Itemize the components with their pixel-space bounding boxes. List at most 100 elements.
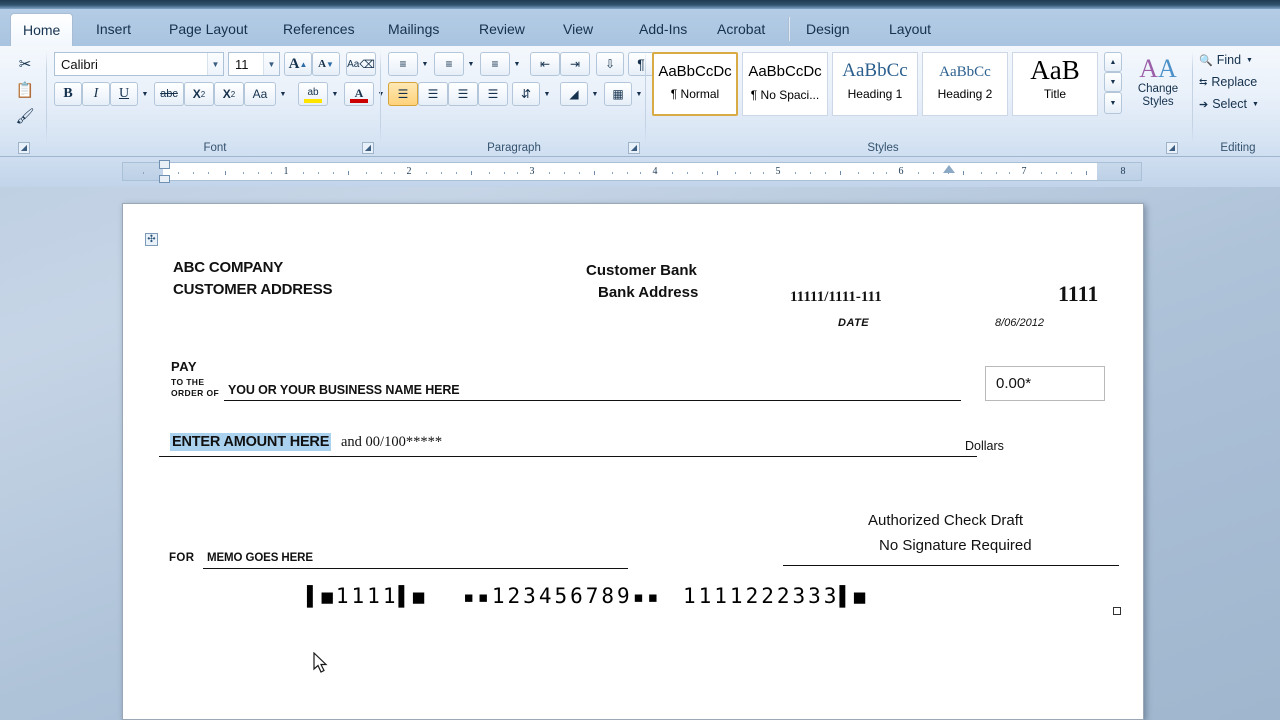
select-button[interactable]: ➔ Select ▼ <box>1196 94 1280 114</box>
multilevel-list-button[interactable]: ≡ <box>480 52 510 76</box>
bold-label: B <box>63 86 73 101</box>
borders-dropdown-icon[interactable]: ▼ <box>632 82 646 106</box>
numbering-dropdown-icon[interactable]: ▼ <box>464 52 478 76</box>
chevron-down-icon[interactable]: ▼ <box>263 53 279 75</box>
first-line-indent-marker[interactable] <box>159 160 170 169</box>
micr-onus-symbol-icon: ▪▪ <box>463 586 492 608</box>
style-item-normal[interactable]: AaBbCcDc ¶ Normal <box>652 52 738 116</box>
text-highlight-button[interactable]: ab <box>298 82 328 106</box>
font-dialog-launcher[interactable]: ◢ <box>362 142 374 154</box>
tab-layout-label: Layout <box>889 21 932 37</box>
tab-acrobat[interactable]: Acrobat <box>705 13 777 46</box>
select-label: Select <box>1212 97 1247 111</box>
tab-page-layout[interactable]: Page Layout <box>157 13 260 46</box>
italic-button[interactable]: I <box>82 82 110 106</box>
memo-line <box>203 568 628 569</box>
tab-layout[interactable]: Layout <box>877 13 943 46</box>
bullets-button[interactable]: ≡ <box>388 52 418 76</box>
style-name-normal: ¶ Normal <box>670 87 720 101</box>
horizontal-ruler[interactable]: 1 2 3 4 5 6 7 8 <box>122 160 1142 183</box>
amount-numeric-value: 0.00* <box>996 375 1032 392</box>
micr-transit-symbol-icon: ▌■ <box>398 586 428 608</box>
grow-font-button[interactable]: A ▲ <box>284 52 312 76</box>
styles-more-button[interactable]: ▼ <box>1104 92 1122 114</box>
hanging-indent-marker[interactable] <box>159 175 170 183</box>
line-spacing-button[interactable]: ⇵ <box>512 82 540 106</box>
tab-design[interactable]: Design <box>788 13 862 46</box>
shading-button[interactable]: ◢ <box>560 82 588 106</box>
superscript-label: X <box>222 87 231 101</box>
superscript-button[interactable]: X2 <box>214 82 244 106</box>
style-item-heading-2[interactable]: AaBbCc Heading 2 <box>922 52 1008 116</box>
underline-dropdown-icon[interactable]: ▼ <box>138 82 152 106</box>
shading-dropdown-icon[interactable]: ▼ <box>588 82 602 106</box>
change-case-dropdown-icon[interactable]: ▼ <box>276 82 290 106</box>
cut-icon[interactable]: ✂ <box>12 52 38 76</box>
increase-indent-button[interactable]: ⇥ <box>560 52 590 76</box>
document-page[interactable]: ✣ ABC COMPANY CUSTOMER ADDRESS Customer … <box>122 203 1144 720</box>
chevron-down-icon[interactable]: ▼ <box>1246 57 1253 64</box>
amount-numeric-box[interactable]: 0.00* <box>985 366 1105 401</box>
bank-name: Customer Bank <box>586 262 697 279</box>
align-left-button[interactable]: ☰ <box>388 82 418 106</box>
tab-references[interactable]: References <box>271 13 367 46</box>
font-color-button[interactable]: A <box>344 82 374 106</box>
ruler-right-margin <box>1097 163 1141 180</box>
tab-home[interactable]: Home <box>10 13 74 46</box>
chevron-down-icon[interactable]: ▼ <box>1252 101 1259 108</box>
micr-routing-number: 123456789 <box>491 584 633 608</box>
clipboard-dialog-launcher[interactable]: ◢ <box>18 142 30 154</box>
ribbon-tab-strip: Home Insert Page Layout References Maili… <box>0 0 1280 46</box>
bold-button[interactable]: B <box>54 82 82 106</box>
sort-button[interactable]: ⇩ <box>596 52 624 76</box>
underline-button[interactable]: U <box>110 82 138 106</box>
styles-dialog-launcher[interactable]: ◢ <box>1166 142 1178 154</box>
group-paragraph-label: Paragraph <box>487 142 541 154</box>
font-size-combo[interactable]: 11 ▼ <box>228 52 280 76</box>
decrease-indent-button[interactable]: ⇤ <box>530 52 560 76</box>
amount-words-selected[interactable]: ENTER AMOUNT HERE <box>170 433 332 451</box>
micr-routing-group: ▪▪123456789▪▪ <box>463 584 662 608</box>
align-right-button[interactable]: ☰ <box>448 82 478 106</box>
micr-check-number: 1111 <box>335 584 399 608</box>
bullets-dropdown-icon[interactable]: ▼ <box>418 52 432 76</box>
strikethrough-button[interactable]: abc <box>154 82 184 106</box>
copy-icon[interactable]: 📋 <box>12 78 38 102</box>
shrink-font-button[interactable]: A ▼ <box>312 52 340 76</box>
tab-add-ins[interactable]: Add-Ins <box>627 13 699 46</box>
find-button[interactable]: 🔍 Find ▼ <box>1196 50 1280 70</box>
right-tab-marker[interactable] <box>943 165 955 173</box>
pay-label: PAY <box>171 359 198 374</box>
micr-transit-symbol-icon: ▌■ <box>839 586 869 608</box>
tab-review[interactable]: Review <box>467 13 537 46</box>
tab-insert[interactable]: Insert <box>84 13 143 46</box>
multilevel-list-dropdown-icon[interactable]: ▼ <box>510 52 524 76</box>
change-case-button[interactable]: Aa <box>244 82 276 106</box>
tab-mailings[interactable]: Mailings <box>376 13 451 46</box>
subscript-button[interactable]: X2 <box>184 82 214 106</box>
font-name-combo[interactable]: Calibri ▼ <box>54 52 224 76</box>
justify-button[interactable]: ☰ <box>478 82 508 106</box>
styles-scroll-up-button[interactable]: ▲ <box>1104 52 1122 72</box>
replace-button[interactable]: ⇆ Replace <box>1196 72 1280 92</box>
numbering-button[interactable]: ≡ <box>434 52 464 76</box>
subscript-label: X <box>192 87 201 101</box>
chevron-down-icon[interactable]: ▼ <box>207 53 223 75</box>
table-move-handle-icon[interactable]: ✣ <box>145 233 158 246</box>
style-item-heading-1[interactable]: AaBbCс Heading 1 <box>832 52 918 116</box>
format-painter-icon[interactable]: 🖌 <box>12 104 38 128</box>
style-item-title[interactable]: AaB Title <box>1012 52 1098 116</box>
memo-value: MEMO GOES HERE <box>207 552 313 564</box>
align-center-button[interactable]: ☰ <box>418 82 448 106</box>
highlight-dropdown-icon[interactable]: ▼ <box>328 82 342 106</box>
borders-button[interactable]: ▦ <box>604 82 632 106</box>
paragraph-dialog-launcher[interactable]: ◢ <box>628 142 640 154</box>
style-item-no-spacing[interactable]: AaBbCcDc ¶ No Spaci... <box>742 52 828 116</box>
styles-scroll-down-button[interactable]: ▼ <box>1104 72 1122 92</box>
clear-formatting-button[interactable]: Aa ⌫ <box>346 52 376 76</box>
tab-view[interactable]: View <box>551 13 605 46</box>
change-styles-button[interactable]: AA Change Styles <box>1132 50 1184 114</box>
line-spacing-dropdown-icon[interactable]: ▼ <box>540 82 554 106</box>
ruler-number-4: 4 <box>652 166 658 177</box>
highlight-label: ab <box>307 86 319 98</box>
